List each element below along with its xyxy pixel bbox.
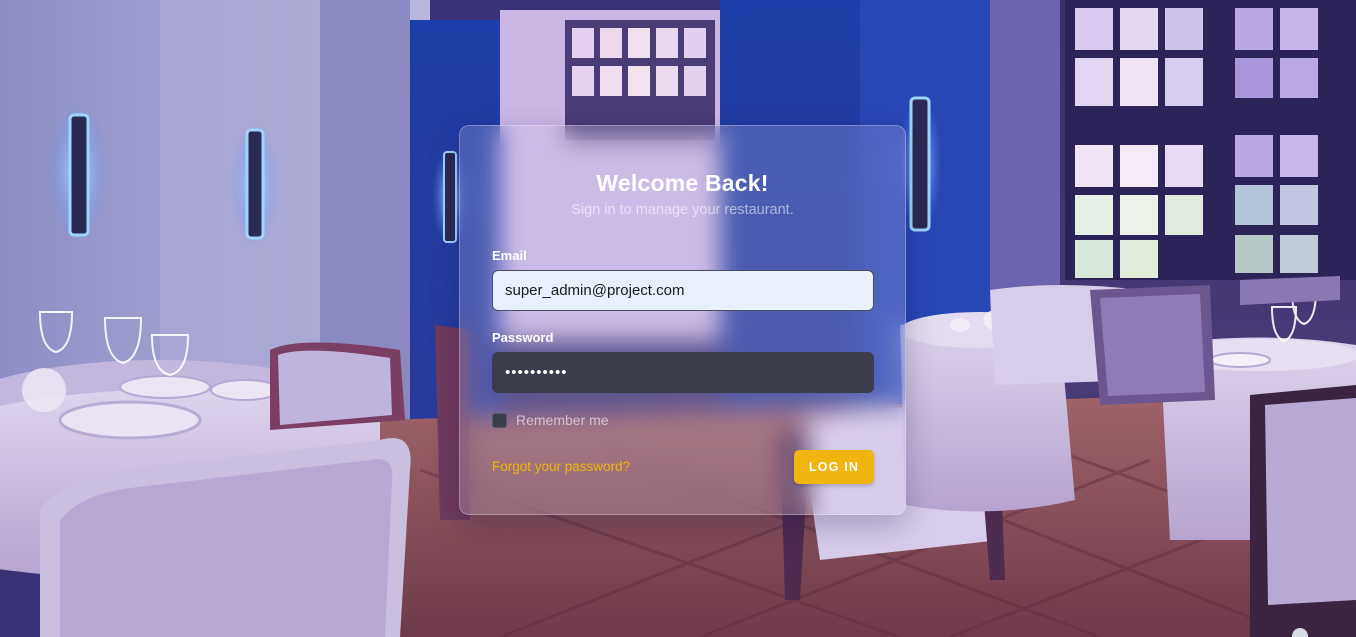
remember-me-checkbox[interactable]: [492, 412, 507, 428]
login-button[interactable]: LOG IN: [794, 450, 874, 484]
corner-circle-icon: [1292, 628, 1308, 637]
email-label: Email: [492, 248, 527, 263]
password-input[interactable]: [492, 352, 874, 393]
forgot-password-link[interactable]: Forgot your password?: [492, 459, 630, 474]
welcome-subtitle: Sign in to manage your restaurant.: [571, 202, 794, 218]
login-card: Welcome Back! Sign in to manage your res…: [459, 125, 906, 515]
welcome-title: Welcome Back!: [596, 170, 769, 196]
remember-me-label[interactable]: Remember me: [516, 412, 609, 428]
email-input[interactable]: [492, 270, 874, 311]
remember-me-row[interactable]: Remember me: [492, 412, 609, 428]
password-label: Password: [492, 330, 554, 345]
login-page: Welcome Back! Sign in to manage your res…: [0, 0, 1356, 637]
